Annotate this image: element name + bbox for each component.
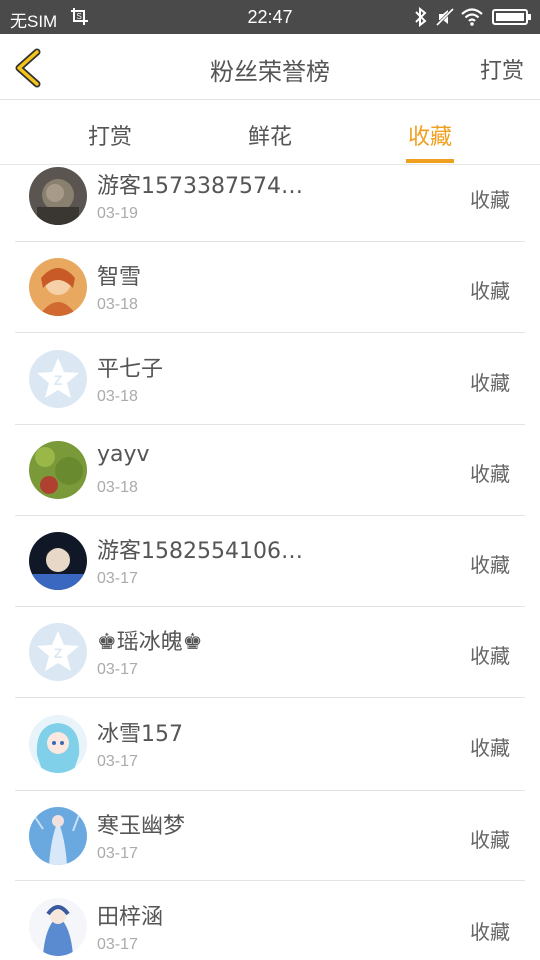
wifi-icon (461, 8, 483, 26)
svg-text:Z: Z (54, 645, 63, 661)
avatar[interactable] (29, 898, 87, 956)
avatar[interactable] (29, 807, 87, 865)
list-item[interactable]: 游客1582554106… 03-17 收藏 (15, 516, 525, 607)
default-star-avatar[interactable]: Z (29, 623, 87, 681)
page-title: 粉丝荣誉榜 (210, 58, 330, 86)
list-item[interactable]: Z ♚瑶冰魄♚ 03-17 收藏 (15, 607, 525, 698)
fan-action-label: 收藏 (470, 736, 510, 760)
tab-active-indicator (406, 159, 454, 163)
fan-name: 冰雪157 (97, 722, 183, 747)
fan-name: 寒玉幽梦 (97, 814, 186, 839)
avatar[interactable] (29, 532, 87, 590)
fan-name: 智雪 (97, 265, 142, 290)
tab-bar: 打赏 鲜花 收藏 (0, 101, 540, 165)
fan-date: 03-17 (97, 845, 138, 862)
fan-action-label: 收藏 (470, 828, 510, 852)
default-star-avatar[interactable]: Z (29, 350, 87, 408)
fan-action-label: 收藏 (470, 371, 510, 395)
tab-label: 收藏 (407, 125, 452, 150)
fan-action-label: 收藏 (470, 553, 510, 577)
fan-date: 03-18 (97, 388, 138, 405)
nav-bar: 粉丝荣誉榜 打赏 (0, 34, 540, 100)
fan-name: yayv (97, 442, 150, 467)
svg-text:Z: Z (54, 372, 63, 388)
tab-favorites[interactable]: 收藏 (370, 101, 490, 165)
fan-date: 03-17 (97, 570, 138, 587)
fan-date: 03-17 (97, 936, 138, 953)
fan-action-label: 收藏 (470, 188, 510, 212)
fan-action-label: 收藏 (470, 279, 510, 303)
fan-action-label: 收藏 (470, 644, 510, 668)
tab-reward[interactable]: 打赏 (50, 101, 170, 165)
fan-name: 游客1582554106… (97, 539, 303, 564)
fan-action-label: 收藏 (470, 920, 510, 944)
list-item[interactable]: 寒玉幽梦 03-17 收藏 (15, 791, 525, 881)
list-item[interactable]: Z 平七子 03-18 收藏 (15, 333, 525, 425)
list-item[interactable]: 智雪 03-18 收藏 (15, 242, 525, 333)
fan-name: 平七子 (97, 357, 164, 382)
fan-date: 03-17 (97, 753, 138, 770)
fan-action-label: 收藏 (470, 462, 510, 486)
fan-date: 03-18 (97, 479, 138, 496)
reward-button[interactable]: 打赏 (480, 53, 524, 85)
tab-label: 鲜花 (247, 125, 292, 150)
fan-name: 游客1573387574… (97, 174, 303, 199)
clock: 22:47 (247, 7, 293, 27)
mute-icon (435, 7, 455, 27)
avatar[interactable] (29, 167, 87, 225)
fan-list[interactable]: 游客1573387574… 03-19 收藏 智雪 03-18 收藏 Z 平七子… (0, 166, 540, 960)
status-bar: 无SIM S 22:47 (0, 0, 540, 34)
tab-label: 打赏 (87, 125, 132, 150)
fan-date: 03-17 (97, 661, 138, 678)
list-item[interactable]: yayv 03-18 收藏 (15, 425, 525, 516)
fan-name: ♚瑶冰魄♚ (97, 630, 203, 655)
fan-name: 田梓涵 (97, 905, 164, 930)
battery-icon (492, 9, 531, 25)
fan-date: 03-19 (97, 205, 138, 222)
bluetooth-icon (415, 7, 427, 27)
avatar[interactable] (29, 441, 87, 499)
fan-date: 03-18 (97, 296, 138, 313)
list-item[interactable]: 冰雪157 03-17 收藏 (15, 698, 525, 791)
avatar[interactable] (29, 715, 87, 773)
tab-flowers[interactable]: 鲜花 (210, 101, 330, 165)
list-item[interactable]: 田梓涵 03-17 收藏 (15, 881, 525, 960)
list-item[interactable]: 游客1573387574… 03-19 收藏 (15, 166, 525, 242)
avatar[interactable] (29, 258, 87, 316)
